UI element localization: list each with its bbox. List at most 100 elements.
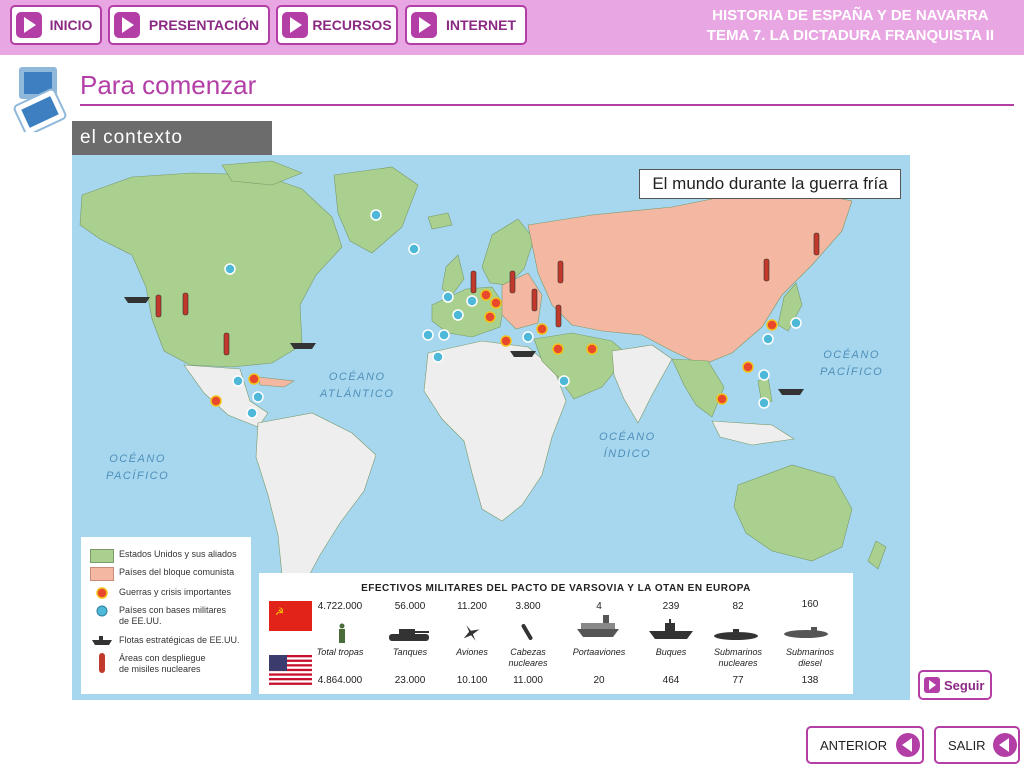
us-base-marker (442, 291, 454, 303)
conflict-marker (484, 311, 496, 323)
usa-flag-icon (269, 655, 312, 685)
seguir-button[interactable]: Seguir (918, 670, 992, 700)
nav-inicio-button[interactable]: INICIO (10, 5, 102, 45)
nato-value: 138 (801, 675, 819, 686)
conflict-marker (480, 289, 492, 301)
us-base-marker (762, 333, 774, 345)
nato-value: 4.864.000 (317, 675, 363, 686)
indonesia-region (711, 420, 795, 446)
warsaw-value: 11.200 (457, 601, 487, 612)
us-base-marker (452, 309, 464, 321)
diesel-submarine-icon (784, 627, 828, 638)
stats-category-label: Submarinos nucleares (713, 647, 763, 668)
stats-category-label: Submarinos diesel (785, 647, 835, 668)
warsaw-value: 239 (662, 601, 680, 612)
nav-internet-label: INTERNET (446, 17, 516, 33)
conflict-marker (586, 343, 598, 355)
conflict-marker (490, 297, 502, 309)
nav-presentacion-button[interactable]: PRESENTACIÓN (108, 5, 270, 45)
ocean-label-pacific-east: OCÉANO PACÍFICO (820, 349, 884, 378)
conflict-marker (716, 393, 728, 405)
nav-presentacion-label: PRESENTACIÓN (148, 17, 260, 33)
conflict-marker (500, 335, 512, 347)
conflict-marker (536, 323, 548, 335)
missile-marker (470, 270, 477, 294)
salir-label: SALIR (948, 737, 986, 753)
map-title: El mundo durante la guerra fría (639, 169, 901, 199)
africa-region (423, 340, 567, 522)
top-nav-bar: INICIO PRESENTACIÓN RECURSOS INTERNET HI… (0, 0, 1024, 55)
play-icon (114, 12, 140, 38)
cuba-region (257, 376, 295, 388)
ship-icon (92, 636, 112, 645)
arctic-islands-region (221, 160, 303, 186)
us-base-marker (422, 329, 434, 341)
missile-marker (155, 294, 162, 318)
missile-marker (557, 260, 564, 284)
legend-item: Guerras y crisis importantes (91, 587, 231, 599)
us-base-marker (790, 317, 802, 329)
nav-internet-button[interactable]: INTERNET (405, 5, 527, 45)
ussr-flag-icon: ☭ (269, 601, 312, 631)
nato-value: 20 (593, 675, 605, 686)
airplane-icon (463, 625, 480, 641)
conflict-marker (742, 361, 754, 373)
page-title: Para comenzar (80, 70, 257, 100)
missile-marker (182, 292, 189, 316)
us-base-marker (408, 243, 420, 255)
iceland-region (427, 212, 453, 230)
nato-value: 11.000 (513, 675, 543, 686)
warhead-icon (521, 623, 533, 641)
us-base-marker (438, 329, 450, 341)
conflict-marker (766, 319, 778, 331)
legend-item: Flotas estratégicas de EE.UU. (91, 635, 240, 646)
play-icon (411, 12, 437, 38)
fleet-marker (510, 351, 536, 357)
nato-value: 23.000 (394, 675, 426, 686)
slides-icon (13, 65, 67, 132)
us-base-marker (224, 263, 236, 275)
legend-item: Áreas con despliegue de misiles nucleare… (91, 653, 206, 675)
missile-marker (813, 232, 820, 256)
ocean-label-indian: OCÉANO ÍNDICO (599, 431, 656, 460)
warsaw-value: 3.800 (515, 601, 541, 612)
nav-recursos-button[interactable]: RECURSOS (276, 5, 398, 45)
us-base-marker (558, 375, 570, 387)
anterior-button[interactable]: ANTERIOR (806, 726, 924, 764)
missile-icon (99, 653, 105, 673)
legend-item: Países con bases militares de EE.UU. (91, 605, 226, 627)
nato-value: 464 (662, 675, 680, 686)
nav-recursos-label: RECURSOS (312, 17, 392, 33)
stats-category-label: Buques (655, 647, 687, 657)
southeast-asia-region (671, 358, 725, 418)
missile-marker (509, 270, 516, 294)
soldier-icon (339, 623, 345, 643)
stats-title: EFECTIVOS MILITARES DEL PACTO DE VARSOVI… (361, 583, 751, 594)
us-base-marker (522, 331, 534, 343)
play-icon (924, 677, 940, 693)
course-title: HISTORIA DE ESPAÑA Y DE NAVARRA TEMA 7. … (707, 6, 994, 46)
ocean-label-atlantic: OCÉANO ATLÁNTICO (320, 371, 395, 400)
missile-marker (531, 288, 538, 312)
north-america-region (79, 172, 343, 368)
australia-region (733, 464, 853, 562)
seguir-label: Seguir (944, 677, 985, 693)
warship-icon (649, 619, 693, 639)
stats-category-label: Cabezas nucleares (508, 647, 548, 668)
cold-war-map: El mundo durante la guerra fría OCÉANO AT… (72, 155, 910, 700)
salir-button[interactable]: SALIR (934, 726, 1020, 764)
legend-swatch-allies (90, 549, 114, 563)
legend-item: Estados Unidos y sus aliados (90, 549, 237, 563)
us-base-marker (432, 351, 444, 363)
stats-category-label: Portaaviones (572, 647, 626, 657)
section-tab: el contexto (72, 121, 272, 155)
play-icon (282, 12, 308, 38)
fleet-marker (290, 343, 316, 349)
anterior-label: ANTERIOR (820, 737, 888, 753)
fleet-marker (778, 389, 804, 395)
conflict-marker (248, 373, 260, 385)
military-stats-panel: EFECTIVOS MILITARES DEL PACTO DE VARSOVI… (259, 573, 853, 694)
south-america-region (255, 412, 377, 600)
stats-category-label: Total tropas (316, 647, 364, 657)
legend-item: Países del bloque comunista (90, 567, 234, 581)
